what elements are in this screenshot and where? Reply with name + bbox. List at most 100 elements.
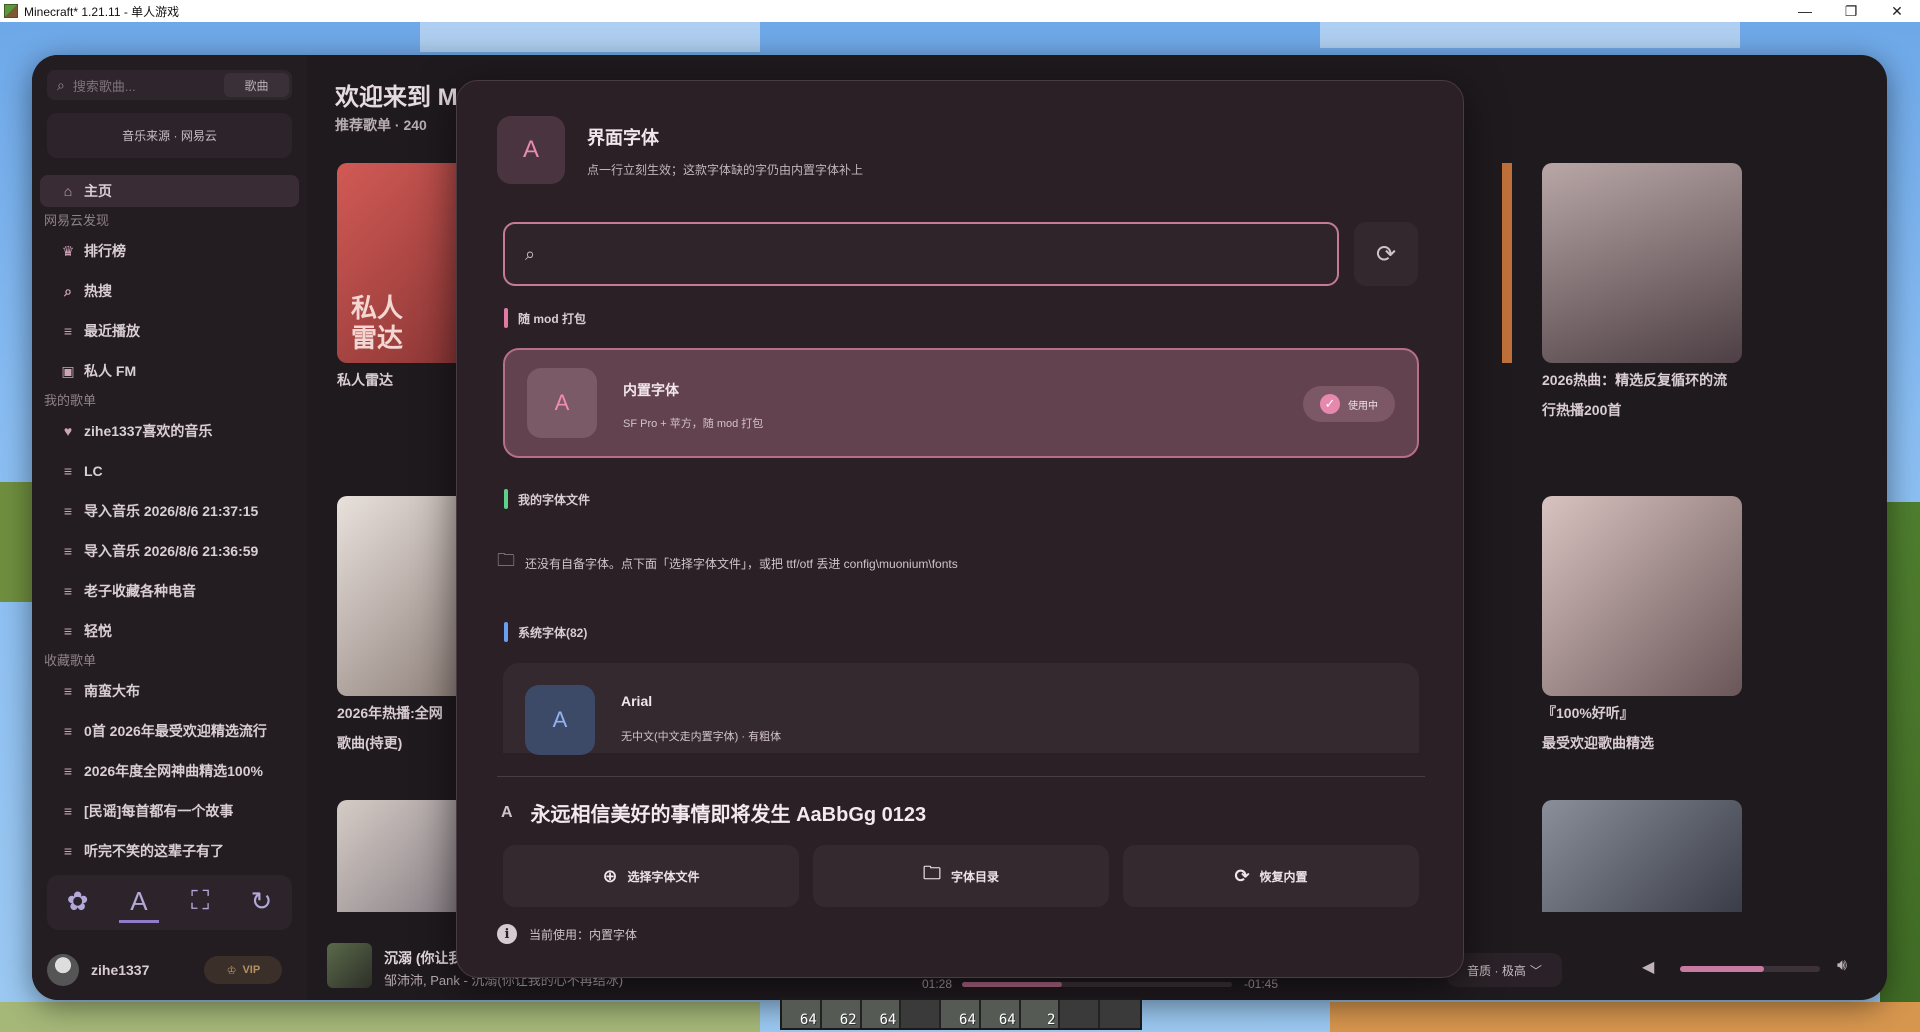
font-preview: A 永远相信美好的事情即将发生 AaBbGg 0123	[501, 798, 926, 827]
sidebar-item-label: 0首 2026年最受欢迎精选流行	[84, 723, 267, 739]
heart-icon: ♥	[63, 423, 73, 439]
section-accent-bar	[504, 622, 508, 642]
font-search-input[interactable]	[547, 245, 1337, 263]
font-option-arial[interactable]: A Arial 无中文(中文走内置字体) · 有粗体	[503, 663, 1419, 755]
search-icon: ⌕	[525, 243, 536, 264]
home-icon: ⌂	[63, 183, 73, 199]
sidebar-item-label: 热搜	[84, 283, 112, 299]
volume-low-icon[interactable]: ◀	[1642, 957, 1654, 977]
progress-fill	[962, 982, 1062, 987]
volume-high-icon[interactable]: 🔊︎	[1837, 957, 1847, 975]
playlist-card[interactable]	[1542, 800, 1742, 912]
hotbar-slot[interactable]: 64	[980, 1000, 1021, 1028]
playlist-icon: ≡	[63, 543, 73, 559]
font-search-box[interactable]: ⌕	[503, 222, 1339, 286]
dialog-subtitle: 点一行立刻生效；这款字体缺的字仍由内置字体补上	[587, 163, 864, 177]
playlist-icon: ≡	[63, 843, 73, 859]
hotbar-slot[interactable]: 64	[941, 1000, 981, 1028]
now-playing-cover[interactable]	[327, 943, 372, 988]
section-label: 系统字体(82)	[518, 625, 588, 640]
sidebar-item-home[interactable]: ⌂ 主页	[40, 175, 299, 207]
refresh-fonts-button[interactable]: ⟳	[1354, 222, 1418, 286]
item-count: 64	[959, 1012, 976, 1028]
status-label: 使用中	[1348, 400, 1378, 412]
sidebar-playlist-item[interactable]: ≡ 0首 2026年最受欢迎精选流行	[32, 711, 307, 751]
sidebar-playlist-item[interactable]: ≡ 听完不笑的这辈子有了	[32, 831, 307, 871]
recommend-count: 推荐歌单 · 240	[335, 117, 427, 133]
add-circle-icon: ⊕	[602, 865, 618, 886]
sidebar-item-label: 主页	[84, 183, 112, 199]
playlist-icon: ≡	[63, 723, 73, 739]
sidebar-item-recent[interactable]: ≡ 最近播放	[32, 311, 307, 351]
refresh-icon[interactable]: ↻	[241, 883, 281, 923]
section-header-bundled: 随 mod 打包	[504, 308, 586, 328]
song-search-box[interactable]: ⌕ 搜索歌曲... 歌曲	[47, 70, 292, 100]
fullscreen-icon[interactable]: ⛶	[180, 883, 220, 923]
hotbar-slot[interactable]: 64	[861, 1000, 902, 1028]
sidebar-item-hot-search[interactable]: ⌕ 热搜	[32, 271, 307, 311]
check-icon: ✓	[1320, 394, 1340, 414]
search-placeholder: 搜索歌曲...	[72, 78, 136, 94]
sidebar-playlist-item[interactable]: ≡ 轻悦	[32, 611, 307, 651]
game-hotbar: 64 62 64 64 64 2	[780, 998, 1142, 1030]
quality-selector[interactable]: 音质 · 极高 ﹀	[1447, 953, 1562, 987]
cloud	[1320, 22, 1740, 48]
section-label: 我的字体文件	[518, 492, 591, 507]
hotbar-slot[interactable]	[1100, 1000, 1141, 1028]
choose-font-file-button[interactable]: ⊕ 选择字体文件	[503, 845, 799, 907]
sidebar-playlist-item[interactable]: ≡ 2026年度全网神曲精选100%	[32, 751, 307, 791]
palette-icon[interactable]: ✿	[58, 883, 98, 923]
progress-bar[interactable]	[962, 982, 1232, 987]
search-scope-toggle[interactable]: 歌曲	[224, 73, 289, 97]
maximize-button[interactable]: ❐	[1828, 0, 1874, 22]
font-option-bundled[interactable]: A 内置字体 SF Pro + 苹方，随 mod 打包 ✓ 使用中	[503, 348, 1419, 458]
music-source-button[interactable]: 音乐来源 · 网易云	[47, 113, 292, 158]
sidebar-playlist-item[interactable]: ≡ 导入音乐 2026/8/6 21:36:59	[32, 531, 307, 571]
sidebar-playlist-item[interactable]: ≡ 导入音乐 2026/8/6 21:37:15	[32, 491, 307, 531]
preview-text: 永远相信美好的事情即将发生 AaBbGg 0123	[530, 804, 927, 826]
button-label: 字体目录	[950, 869, 999, 884]
playlist-card[interactable]	[1542, 496, 1742, 696]
folder-icon: 🗀︎	[922, 863, 941, 883]
sidebar-item-label: 老子收藏各种电音	[84, 583, 196, 599]
hotbar-slot[interactable]: 62	[821, 1000, 862, 1028]
vip-badge[interactable]: ♔ VIP	[204, 956, 283, 984]
vip-icon: ♔	[226, 964, 237, 977]
minimize-button[interactable]: —	[1782, 0, 1828, 22]
grass-terrain	[0, 1002, 760, 1032]
quality-label: 音质 · 极高	[1467, 963, 1526, 978]
sidebar-playlist-item[interactable]: ♥ zihe1337喜欢的音乐	[32, 411, 307, 451]
restore-default-button[interactable]: ⟳ 恢复内置	[1123, 845, 1419, 907]
playlist-card-edge	[1502, 163, 1512, 363]
refresh-icon: ⟳	[1375, 240, 1397, 268]
sidebar-item-label: [民谣]每首都有一个故事	[84, 803, 234, 819]
volume-fill	[1680, 966, 1764, 972]
search-icon: ⌕	[64, 282, 72, 299]
hotbar-slot[interactable]	[901, 1000, 942, 1028]
close-window-button[interactable]: ✕	[1874, 0, 1920, 22]
in-use-badge: ✓ 使用中	[1303, 386, 1395, 422]
sidebar-item-label: 排行榜	[84, 243, 126, 259]
sidebar-item-fm[interactable]: ▣ 私人 FM	[32, 351, 307, 391]
hotbar-slot[interactable]: 64	[782, 1000, 822, 1028]
chevron-down-icon: ﹀	[1529, 963, 1542, 978]
hotbar-slot[interactable]: 2	[1020, 1000, 1061, 1028]
font-icon[interactable]: A	[118, 883, 159, 923]
sidebar-playlist-item[interactable]: ≡ 老子收藏各种电音	[32, 571, 307, 611]
volume-slider[interactable]	[1680, 966, 1820, 972]
section-label: 随 mod 打包	[518, 311, 586, 326]
empty-note-text: 还没有自备字体。点下面「选择字体文件」，或把 ttf/otf 丢进 config…	[525, 556, 958, 571]
font-folder-button[interactable]: 🗀︎ 字体目录	[813, 845, 1109, 907]
minecraft-app-icon	[4, 4, 18, 18]
sidebar-playlist-item[interactable]: ≡ LC	[32, 451, 307, 491]
playlist-icon: ≡	[63, 323, 73, 339]
user-profile[interactable]: zihe1337 ♔ VIP	[47, 950, 297, 990]
dialog-title: 界面字体	[587, 128, 659, 148]
section-label-my-playlists: 我的歌单	[44, 393, 97, 408]
playlist-card[interactable]	[1542, 163, 1742, 363]
hotbar-slot[interactable]	[1060, 1000, 1101, 1028]
font-name: Arial	[621, 693, 653, 709]
sidebar-playlist-item[interactable]: ≡ 南蛮大布	[32, 671, 307, 711]
sidebar-item-charts[interactable]: ♛ 排行榜	[32, 231, 307, 271]
sidebar-playlist-item[interactable]: ≡ [民谣]每首都有一个故事	[32, 791, 307, 831]
